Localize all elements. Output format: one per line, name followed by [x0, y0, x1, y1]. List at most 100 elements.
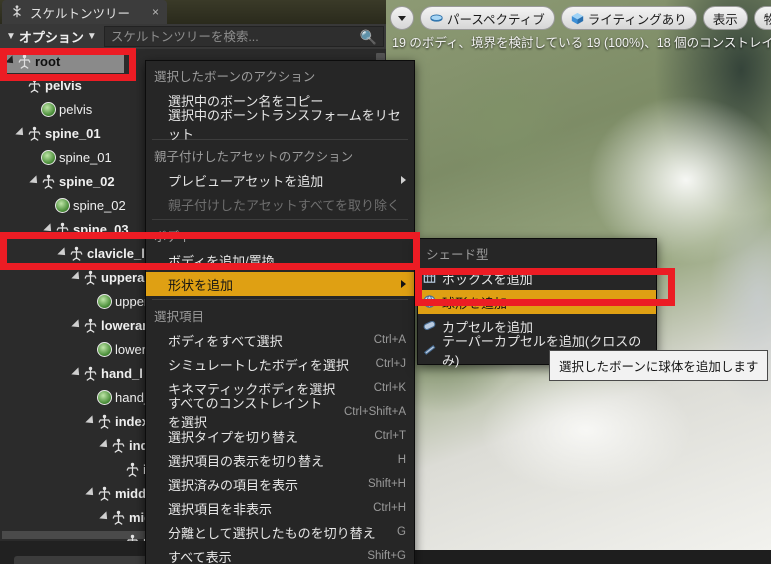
bone-icon: [84, 318, 97, 333]
menu-item-label: 親子付けしたアセットすべてを取り除く: [168, 197, 401, 213]
chevron-down-icon: [398, 15, 406, 21]
menu-item[interactable]: 選択項目を非表示 Ctrl+H: [146, 496, 414, 520]
menu-item-label: 選択タイプを切り替え: [168, 429, 299, 445]
expander-arrow-icon[interactable]: [99, 439, 111, 451]
tree-row-label: clavicle_l: [87, 245, 145, 261]
expander-arrow-icon[interactable]: [29, 175, 41, 187]
menu-item[interactable]: 選択項目の表示を切り替え H: [146, 448, 414, 472]
tree-row-label: hand_l: [101, 365, 143, 381]
physics-menu-button[interactable]: 物理: [753, 6, 771, 30]
expander-arrow-icon[interactable]: [85, 415, 97, 427]
tree-row-label: pelvis: [59, 101, 93, 117]
show-menu-button[interactable]: 表示: [702, 6, 748, 30]
expander-arrow-icon[interactable]: [15, 127, 27, 139]
viewport-toolbar: パースペクティブ ライティングあり 表示 物理 キ: [390, 6, 771, 30]
menu-item[interactable]: 選択タイプを切り替え Ctrl+T: [146, 424, 414, 448]
expander-arrow-icon[interactable]: [57, 247, 69, 259]
context-menu[interactable]: 選択したボーンのアクション 選択中のボーン名をコピー 選択中のボーントランスフォーム…: [145, 60, 415, 564]
close-icon[interactable]: ×: [152, 5, 159, 19]
tree-row-label: spine_02: [73, 197, 126, 213]
menu-item-label: 分離として選択したものを切り替え: [168, 525, 376, 541]
menu-item[interactable]: すべてのコンストレイントを選択 Ctrl+Shift+A: [146, 396, 414, 430]
submenu-section-header: シェード型: [426, 248, 489, 262]
menu-item[interactable]: すべて表示 Shift+G: [146, 544, 414, 564]
menu-item-label: ボディをすべて選択: [168, 333, 283, 349]
chevron-down-icon: ▼: [86, 31, 97, 42]
menu-section-header: 親子付けしたアセットのアクション: [154, 150, 354, 164]
search-input[interactable]: [104, 29, 383, 44]
menu-item-shortcut: Ctrl+A: [373, 334, 406, 346]
expander-arrow-icon[interactable]: [99, 511, 111, 523]
bone-icon: [98, 486, 111, 501]
body-icon: [41, 149, 56, 165]
view-mode-label: ライティングあり: [587, 12, 687, 27]
options-dropdown-button[interactable]: ▼ オプション ▼: [0, 24, 102, 49]
menu-item-shortcut: Ctrl+J: [375, 358, 406, 370]
expander-arrow-icon[interactable]: [71, 319, 83, 331]
panel-options-bar: ▼ オプション ▼ 🔍: [0, 24, 386, 49]
bone-icon: [70, 246, 83, 261]
sphere-icon: [423, 295, 436, 308]
expander-arrow-icon[interactable]: [5, 55, 17, 67]
body-icon: [97, 293, 112, 309]
tooltip: 選択したボーンに球体を追加します: [549, 350, 769, 381]
tree-row-label: pelvis: [45, 77, 82, 93]
background-tab[interactable]: [14, 556, 164, 564]
menu-item[interactable]: ボディをすべて選択 Ctrl+A: [146, 328, 414, 352]
menu-item[interactable]: 選択済みの項目を表示 Shift+H: [146, 472, 414, 496]
menu-item-label: 選択項目を非表示: [168, 501, 273, 517]
submenu-item[interactable]: 球形を追加: [418, 290, 656, 314]
bone-icon: [126, 534, 139, 541]
menu-item[interactable]: 形状を追加: [146, 272, 414, 296]
expander-arrow-icon[interactable]: [85, 487, 97, 499]
menu-section-header: 選択したボーンのアクション: [154, 70, 316, 84]
view-mode-button[interactable]: ライティングあり: [560, 6, 697, 30]
options-label: オプション: [18, 30, 84, 45]
menu-item[interactable]: 選択中のボーントランスフォームをリセット: [146, 108, 414, 142]
submenu-item-label: ボックスを追加: [442, 271, 533, 287]
menu-section-header: ボディ: [154, 230, 191, 244]
menu-item-label: すべて表示: [168, 549, 232, 564]
search-box[interactable]: 🔍: [103, 26, 384, 47]
box-icon: [423, 273, 436, 283]
body-icon: [55, 197, 70, 213]
body-icon: [97, 341, 112, 357]
body-icon: [41, 101, 56, 117]
bone-icon: [126, 462, 139, 477]
bone-icon: [28, 78, 41, 93]
bone-icon: [112, 438, 125, 453]
bone-icon: [28, 126, 41, 141]
menu-item-shortcut: Ctrl+K: [373, 382, 406, 394]
expander-arrow-icon[interactable]: [71, 367, 83, 379]
menu-item-label: 選択済みの項目を表示: [168, 477, 299, 493]
menu-item[interactable]: プレビューアセットを追加: [146, 168, 414, 192]
menu-item[interactable]: シミュレートしたボディを選択 Ctrl+J: [146, 352, 414, 376]
menu-separator: [152, 219, 408, 220]
menu-item-label: シミュレートしたボディを選択: [168, 357, 349, 373]
menu-item[interactable]: 分離として選択したものを切り替え G: [146, 520, 414, 544]
camera-mode-button[interactable]: パースペクティブ: [420, 6, 555, 30]
submenu-item[interactable]: ボックスを追加: [418, 266, 656, 290]
submenu-arrow-icon: [401, 280, 406, 288]
tree-row[interactable]: root: [4, 49, 124, 73]
bone-icon: [84, 366, 97, 381]
menu-item-shortcut: G: [397, 526, 406, 538]
shape-submenu[interactable]: シェード型 ボックスを追加 球形を追加 カプセルを追加 テーパーカプセルを追加(クロスの…: [417, 238, 657, 368]
tree-row-label: spine_01: [45, 125, 101, 141]
menu-section-header: 選択項目: [154, 310, 205, 324]
search-icon[interactable]: 🔍: [360, 29, 377, 46]
menu-item-shortcut: Ctrl+Shift+A: [344, 406, 406, 418]
camera-icon: [430, 14, 443, 22]
menu-item-label: プレビューアセットを追加: [168, 173, 324, 189]
menu-item-shortcut: Shift+G: [367, 550, 406, 562]
expander-arrow-icon[interactable]: [43, 223, 55, 235]
menu-item-label: 形状を追加: [168, 277, 234, 293]
menu-item-shortcut: H: [397, 454, 406, 466]
menu-item[interactable]: ボディを追加/置換: [146, 248, 414, 272]
tab-skeleton-tree[interactable]: スケルトンツリー ×: [2, 0, 168, 24]
viewport-options-caret[interactable]: [390, 6, 414, 30]
show-menu-label: 表示: [712, 12, 738, 27]
submenu-arrow-icon: [401, 176, 406, 184]
expander-arrow-icon[interactable]: [71, 271, 83, 283]
menu-item: 親子付けしたアセットすべてを取り除く: [146, 192, 414, 216]
